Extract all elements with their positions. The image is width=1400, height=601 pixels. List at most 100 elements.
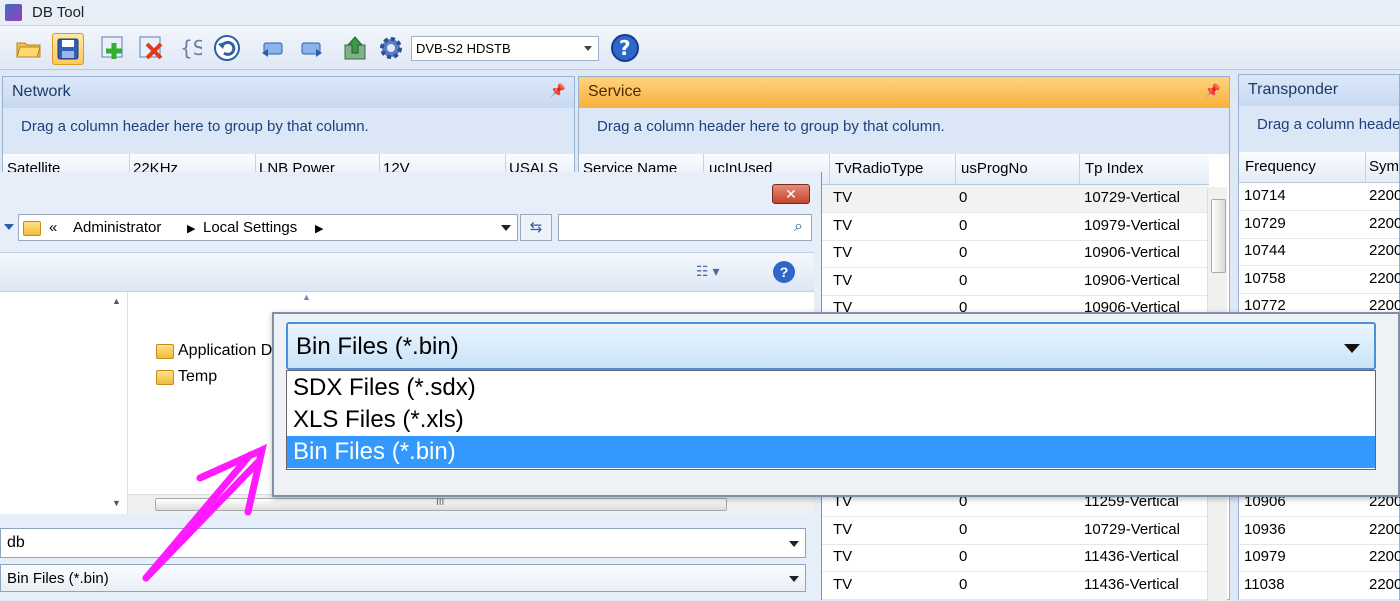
scroll-up-icon[interactable]: ▲ — [112, 296, 121, 306]
table-row[interactable]: 10979 2200 — [1239, 544, 1400, 572]
cell-usprogno: 0 — [959, 520, 968, 538]
cell-frequency: 10979 — [1244, 548, 1286, 565]
folder-icon — [156, 344, 174, 359]
undo-icon[interactable] — [212, 33, 242, 63]
sort-indicator-icon: ▲ — [302, 292, 311, 302]
search-input[interactable]: ⌕ — [558, 214, 812, 241]
device-select[interactable]: DVB-S2 HDSTB — [411, 36, 599, 61]
nav-dropdown-icon[interactable] — [4, 224, 14, 230]
cell-frequency: 10729 — [1244, 214, 1286, 232]
filename-value: db — [7, 534, 25, 551]
transponder-column-header: Frequency Sym — [1239, 152, 1399, 183]
script-icon[interactable]: {S} — [174, 33, 204, 63]
export-left-icon[interactable] — [258, 33, 288, 63]
cell-sym: 2200 — [1369, 575, 1400, 593]
table-row[interactable]: 10714 2200 — [1239, 183, 1400, 211]
address-bar[interactable]: « Administrator ▶ Local Settings ▶ — [18, 214, 518, 241]
option-bin[interactable]: Bin Files (*.bin) — [287, 436, 1375, 468]
delete-icon[interactable] — [136, 33, 166, 63]
navigation-pane[interactable]: ▲ ▼ — [0, 292, 128, 514]
breadcrumb-overflow[interactable]: « — [49, 219, 57, 236]
refresh-icon[interactable]: ⇆ — [520, 214, 552, 241]
chevron-down-icon — [1344, 344, 1360, 353]
cell-sym: 2200 — [1369, 548, 1400, 565]
col-sym[interactable]: Sym — [1369, 158, 1399, 175]
table-row[interactable]: 10729 2200 — [1239, 211, 1400, 239]
folder-icon — [156, 370, 174, 385]
service-panel-header: Service 📌 — [579, 77, 1229, 108]
cell-frequency: 11038 — [1244, 575, 1285, 593]
cell-usprogno: 0 — [959, 189, 968, 206]
close-button[interactable]: ✕ — [772, 184, 810, 204]
svg-text:{S}: {S} — [180, 36, 202, 60]
scroll-thumb[interactable] — [1211, 199, 1226, 273]
transponder-group-hint: Drag a column heade — [1239, 106, 1399, 152]
cell-sym: 2200 — [1369, 187, 1400, 204]
cell-usprogno: 0 — [959, 271, 968, 289]
filetype-select-zoomed[interactable]: Bin Files (*.bin) — [286, 322, 1376, 370]
service-group-hint: Drag a column header here to group by th… — [579, 108, 1229, 154]
toolbar: {S} DVB-S2 HDSTB ? — [0, 26, 1400, 70]
cell-tvradiotype: TV — [833, 520, 853, 538]
network-panel-title: Network — [12, 83, 71, 100]
cell-tp-index: 11436-Vertical — [1084, 575, 1179, 593]
device-select-value: DVB-S2 HDSTB — [416, 41, 511, 56]
col-tp-index[interactable]: Tp Index — [1085, 160, 1143, 177]
command-bar: ☷ ▾ ? — [0, 252, 814, 292]
scroll-down-icon[interactable]: ▼ — [112, 498, 121, 508]
cell-tvradiotype: TV — [833, 189, 853, 206]
cell-tvradiotype: TV — [833, 216, 853, 234]
cell-sym: 2200 — [1369, 242, 1400, 259]
option-xls[interactable]: XLS Files (*.xls) — [287, 404, 1375, 436]
chevron-down-icon[interactable] — [789, 541, 799, 547]
help-icon[interactable]: ? — [773, 261, 795, 283]
filetype-options-list: SDX Files (*.sdx) XLS Files (*.xls) Bin … — [286, 370, 1376, 470]
cell-sym: 2200 — [1369, 214, 1400, 232]
breadcrumb-administrator[interactable]: Administrator — [73, 219, 161, 236]
add-icon[interactable] — [98, 33, 128, 63]
col-usprogno[interactable]: usProgNo — [961, 160, 1028, 177]
app-icon — [5, 4, 22, 21]
help-icon[interactable]: ? — [610, 33, 640, 63]
folder-icon — [23, 221, 41, 236]
network-group-hint: Drag a column header here to group by th… — [3, 108, 574, 154]
transponder-panel-header: Transponder — [1239, 75, 1399, 106]
cell-tp-index: 10979-Vertical — [1084, 216, 1180, 234]
scroll-thumb[interactable]: III — [155, 497, 727, 511]
title-bar: DB Tool — [0, 0, 1400, 26]
cell-tp-index: 10906-Vertical — [1084, 271, 1180, 289]
col-tvradiotype[interactable]: TvRadioType — [835, 160, 923, 177]
cell-sym: 2200 — [1369, 520, 1400, 538]
filetype-value: Bin Files (*.bin) — [7, 570, 109, 587]
cell-sym: 2200 — [1369, 269, 1400, 287]
pin-icon[interactable]: 📌 — [550, 83, 566, 99]
scroll-grip: III — [436, 497, 445, 508]
breadcrumb-local-settings[interactable]: Local Settings — [203, 219, 297, 236]
save-icon[interactable] — [52, 33, 84, 65]
table-row[interactable]: 11038 2200 — [1239, 572, 1400, 600]
pin-icon[interactable]: 📌 — [1205, 83, 1221, 99]
view-options-icon[interactable]: ☷ ▾ — [696, 263, 719, 280]
cell-frequency: 10936 — [1244, 520, 1286, 538]
export-right-icon[interactable] — [296, 33, 326, 63]
chevron-down-icon[interactable] — [789, 576, 799, 582]
cell-usprogno: 0 — [959, 244, 968, 261]
cell-tp-index: 11436-Vertical — [1084, 548, 1179, 565]
table-row[interactable]: 10936 2200 — [1239, 517, 1400, 545]
cell-tp-index: 10729-Vertical — [1084, 520, 1180, 538]
filename-field[interactable]: db — [0, 528, 806, 558]
breadcrumb-separator-icon: ▶ — [187, 223, 196, 235]
gear-icon[interactable] — [376, 33, 406, 63]
option-sdx[interactable]: SDX Files (*.sdx) — [287, 372, 1375, 404]
open-folder-icon[interactable] — [14, 33, 44, 63]
col-frequency[interactable]: Frequency — [1245, 158, 1316, 175]
filetype-select[interactable]: Bin Files (*.bin) — [0, 564, 806, 592]
cell-tvradiotype: TV — [833, 575, 853, 593]
folder-name: Temp — [178, 368, 218, 385]
table-row[interactable]: 10758 2200 — [1239, 266, 1400, 294]
chevron-down-icon[interactable] — [501, 225, 511, 231]
upload-icon[interactable] — [340, 33, 370, 63]
cell-tvradiotype: TV — [833, 244, 853, 261]
filetype-selected-value: Bin Files (*.bin) — [296, 333, 459, 360]
table-row[interactable]: 10744 2200 — [1239, 238, 1400, 266]
